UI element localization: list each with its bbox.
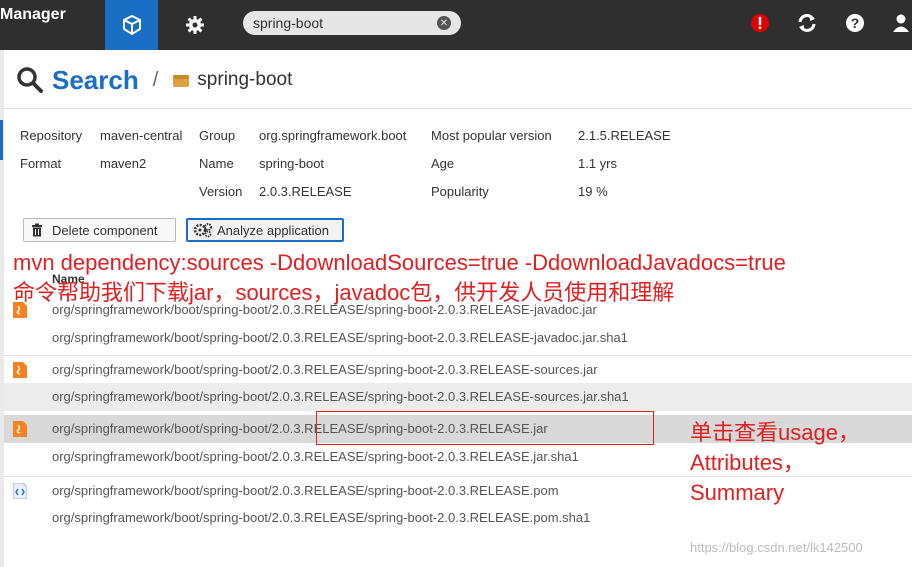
version-label: Version [199, 184, 243, 199]
popular-version-label: Most popular version [431, 128, 552, 143]
search-icon [17, 67, 43, 93]
asset-path: org/springframework/boot/spring-boot/2.0… [52, 510, 591, 525]
group-label: Group [199, 128, 236, 143]
breadcrumb-separator: / [152, 68, 159, 91]
sidebar-accent [0, 120, 3, 160]
alert-icon[interactable] [749, 12, 771, 34]
asset-path: org/springframework/boot/spring-boot/2.0… [52, 449, 579, 464]
table-row[interactable]: org/springframework/boot/spring-boot/2.0… [4, 324, 912, 352]
title-divider [4, 108, 912, 109]
trash-icon [32, 223, 42, 237]
age-label: Age [431, 156, 455, 171]
app-brand: Manager [0, 6, 66, 23]
format-value: maven2 [100, 156, 147, 171]
breadcrumb-search[interactable]: Search [52, 65, 139, 96]
search-input-value: spring-boot [253, 15, 324, 31]
table-row[interactable]: org/springframework/boot/spring-boot/2.0… [4, 383, 912, 411]
format-label: Format [20, 156, 62, 171]
version-value: 2.0.3.RELEASE [259, 184, 352, 199]
page-title: Search / spring-boot [16, 62, 292, 98]
analyze-application-button[interactable]: Analyze application [186, 218, 344, 242]
annotation-side-1: 单击查看usage， [690, 420, 860, 445]
repository-label: Repository [20, 128, 83, 143]
annotation-side-note: 单击查看usage， Attributes， Summary [690, 418, 860, 508]
top-bar: Manager spring-boot ✕ ? [0, 0, 912, 50]
xml-file-icon [13, 483, 27, 499]
java-file-icon [13, 421, 27, 437]
box-icon [173, 75, 190, 87]
analyze-application-label: Analyze application [217, 222, 330, 238]
browse-tab[interactable] [105, 0, 158, 50]
gear-icon [186, 16, 204, 34]
annotation-side-2: Attributes， [690, 450, 805, 475]
refresh-icon[interactable] [796, 12, 818, 34]
repository-value: maven-central [100, 128, 183, 143]
asset-path: org/springframework/boot/spring-boot/2.0… [52, 330, 628, 345]
table-row[interactable]: org/springframework/boot/spring-boot/2.0… [4, 504, 912, 532]
annotation-side-3: Summary [690, 480, 785, 505]
watermark: https://blog.csdn.net/lk142500 [690, 540, 863, 555]
asset-path: org/springframework/boot/spring-boot/2.0… [52, 483, 559, 498]
age-value: 1.1 yrs [578, 156, 618, 171]
clear-search-icon[interactable]: ✕ [437, 16, 451, 30]
group-value: org.springframework.boot [259, 128, 407, 143]
admin-tab[interactable] [172, 0, 218, 50]
annotation-line-1: mvn dependency:sources -DdownloadSources… [13, 250, 786, 275]
breadcrumb-component: spring-boot [197, 69, 293, 90]
popularity-label: Popularity [431, 184, 489, 199]
search-input[interactable]: spring-boot ✕ [243, 11, 461, 35]
svg-text:?: ? [851, 15, 860, 31]
cube-icon [122, 14, 141, 36]
help-icon[interactable]: ? [844, 12, 866, 34]
table-row[interactable]: org/springframework/boot/spring-boot/2.0… [4, 355, 912, 384]
asset-path: org/springframework/boot/spring-boot/2.0… [52, 362, 598, 377]
delete-component-label: Delete component [52, 222, 158, 238]
annotation-line-2: 命令帮助我们下载jar，sources，javadoc包，供开发人员使用和理解 [13, 280, 675, 305]
annotation-highlight-box [316, 411, 654, 445]
asset-path: org/springframework/boot/spring-boot/2.0… [52, 389, 629, 404]
popular-version-value: 2.1.5.RELEASE [578, 128, 671, 143]
gears-icon [193, 223, 212, 238]
name-label: Name [199, 156, 234, 171]
user-icon[interactable] [890, 12, 912, 34]
name-value: spring-boot [259, 156, 325, 171]
popularity-value: 19 % [578, 184, 608, 199]
java-file-icon [13, 362, 27, 378]
delete-component-button[interactable]: Delete component [23, 218, 176, 242]
annotation-command: mvn dependency:sources -DdownloadSources… [13, 248, 786, 308]
